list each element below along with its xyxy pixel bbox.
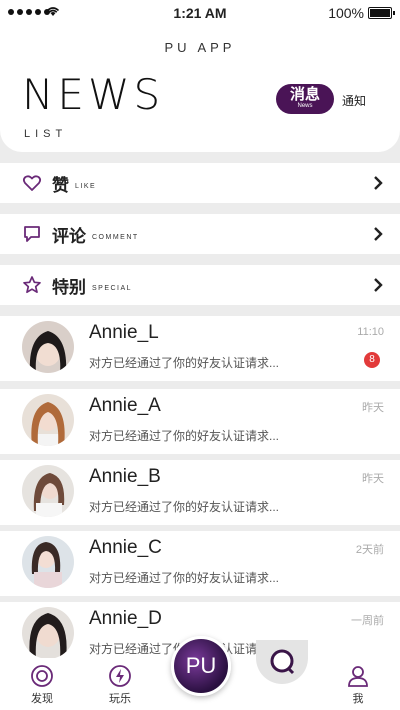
chevron-right-icon [374,278,383,292]
unread-badge: 8 [364,352,380,368]
battery-percent: 100% [328,5,364,21]
tab-me-label: 我 [352,693,364,705]
news-logo-subtext: LIST [24,128,68,140]
heart-icon [22,175,42,191]
message-preview: 对方已经通过了你的好友认证请求... [89,571,280,585]
menu-comment-sublabel: COMMENT [92,233,139,241]
menu-special-sublabel: SPECIAL [92,284,133,292]
battery-icon [368,7,395,19]
discover-icon [31,665,53,687]
contact-name: Annie_D [89,608,162,629]
tab-me[interactable]: 我 [338,664,378,706]
message-preview: 对方已经通过了你的好友认证请求... [89,356,280,370]
star-icon [23,276,41,294]
list-item[interactable]: Annie_L 对方已经通过了你的好友认证请求... 11:10 8 [0,316,400,381]
message-time: 一周前 [351,615,384,627]
lightning-icon [109,665,131,687]
menu-row-special[interactable]: 特别 SPECIAL [0,265,400,305]
news-logo: NEWS LIST [22,70,160,144]
avatar[interactable] [22,321,74,373]
list-item[interactable]: Annie_C 对方已经通过了你的好友认证请求... 2天前 [0,531,400,596]
tab-messages-sublabel: News [297,103,313,109]
menu-comment-label: 评论 [52,226,86,246]
comment-icon [24,226,40,242]
contact-name: Annie_B [89,466,161,487]
message-time: 2天前 [355,544,384,556]
news-logo-text: NEWS [22,70,165,119]
message-time: 昨天 [362,402,384,414]
app-title: PU APP [164,40,236,55]
avatar[interactable] [22,536,74,588]
message-time: 11:10 [357,326,384,338]
avatar[interactable] [22,394,74,446]
contact-name: Annie_C [89,537,162,558]
contact-name: Annie_L [89,322,159,343]
message-preview: 对方已经通过了你的好友认证请求... [89,500,280,514]
chevron-right-icon [374,227,383,241]
center-pu-label: PU [185,653,217,678]
menu-special-label: 特别 [52,277,86,297]
tab-messages[interactable]: 消息 News [276,84,334,114]
chevron-right-icon [374,176,383,190]
tab-discover[interactable]: 发现 [22,664,62,706]
menu-row-comment[interactable]: 评论 COMMENT [0,214,400,254]
tab-play-label: 玩乐 [109,693,131,705]
message-time: 昨天 [362,473,384,485]
tab-play[interactable]: 玩乐 [100,664,140,706]
list-item[interactable]: Annie_A 对方已经通过了你的好友认证请求... 昨天 [0,389,400,454]
chat-bubble-icon [270,649,295,675]
menu-row-like[interactable]: 赞 LIKE [0,163,400,203]
center-pu-button[interactable]: PU [171,636,231,696]
tab-messages-label: 消息 [289,86,320,103]
header: PU APP NEWS LIST 消息 News 通知 [0,26,400,152]
menu-like-label: 赞 [52,175,69,195]
tab-notifications[interactable]: 通知 [342,92,366,109]
menu-like-sublabel: LIKE [75,182,97,190]
message-preview: 对方已经通过了你的好友认证请求... [89,429,280,443]
status-bar: 1:21 AM 100% [0,0,400,26]
tab-discover-label: 发现 [31,693,53,705]
contact-name: Annie_A [89,395,161,416]
avatar[interactable] [22,607,74,659]
list-item[interactable]: Annie_B 对方已经通过了你的好友认证请求... 昨天 [0,460,400,525]
user-icon [348,666,368,687]
avatar[interactable] [22,465,74,517]
